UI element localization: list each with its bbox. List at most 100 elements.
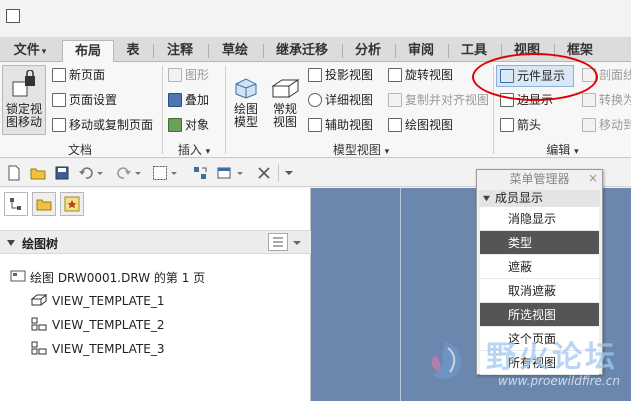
tab-table[interactable]: 表 bbox=[116, 40, 150, 62]
drawing-sheet-icon bbox=[10, 270, 26, 282]
tree-item-view-template-3[interactable]: VIEW_TEMPLATE_3 bbox=[30, 339, 164, 359]
watermark-text: 野火论坛 bbox=[486, 340, 618, 375]
overlay-icon bbox=[168, 93, 182, 107]
move-to-icon bbox=[582, 118, 596, 132]
new-page-icon bbox=[52, 68, 66, 82]
app-icon[interactable] bbox=[6, 9, 20, 23]
auxiliary-view-icon bbox=[308, 118, 322, 132]
new-file-icon[interactable] bbox=[6, 165, 22, 181]
tree-settings-dropdown-icon[interactable] bbox=[293, 239, 301, 247]
auxiliary-view-button[interactable]: 辅助视图 bbox=[308, 115, 373, 135]
group-label-model-views[interactable]: 模型视图 ▾ bbox=[228, 142, 494, 158]
projection-view-icon bbox=[31, 317, 47, 331]
select-dropdown-icon[interactable] bbox=[170, 165, 178, 181]
menu-item-hidden-line[interactable]: 消隐显示 bbox=[480, 207, 599, 231]
collapse-triangle-icon[interactable] bbox=[6, 238, 16, 248]
convert-icon bbox=[582, 93, 596, 107]
redo-icon[interactable] bbox=[116, 165, 132, 181]
detailed-view-icon bbox=[308, 93, 322, 107]
graphics-icon bbox=[168, 68, 182, 82]
regenerate-icon[interactable] bbox=[192, 165, 208, 181]
menu-item-blank[interactable]: 遮蔽 bbox=[480, 255, 599, 279]
undo-dropdown-icon[interactable] bbox=[96, 165, 104, 181]
undo-icon[interactable] bbox=[78, 165, 94, 181]
drawing-tree-title: 绘图树 bbox=[22, 237, 59, 251]
projection-icon bbox=[308, 68, 322, 82]
copy-align-view-button[interactable]: 复制并对齐视图 bbox=[388, 90, 489, 110]
lock-view-move-button[interactable]: 锁定视 图移动 bbox=[2, 65, 46, 135]
drawing-model-icon bbox=[235, 78, 257, 99]
close-window-icon[interactable] bbox=[256, 165, 272, 181]
general-view-button[interactable]: 常规 视图 bbox=[267, 76, 303, 136]
tab-sketch[interactable]: 草绘 bbox=[211, 40, 259, 62]
group-label-document: 文档 bbox=[67, 143, 92, 157]
window-dropdown-icon[interactable] bbox=[236, 165, 244, 181]
detailed-view-button[interactable]: 详细视图 bbox=[308, 90, 373, 110]
move-copy-icon bbox=[52, 118, 66, 132]
move-copy-page-button[interactable]: 移动或复制页面 bbox=[52, 115, 153, 135]
tab-legacy-migration[interactable]: 继承迁移 bbox=[266, 40, 338, 62]
arrow-button[interactable]: 箭头 bbox=[500, 115, 541, 135]
window-icon[interactable] bbox=[216, 165, 232, 181]
drawing-view-icon bbox=[388, 118, 402, 132]
drawing-tree-header: 绘图树 bbox=[0, 230, 311, 254]
close-icon[interactable]: × bbox=[588, 171, 598, 185]
convert-button[interactable]: 转换为 bbox=[582, 90, 631, 110]
favorites-tab[interactable] bbox=[60, 192, 84, 216]
revolved-view-icon bbox=[388, 68, 402, 82]
menu-manager-title: 菜单管理器 bbox=[509, 172, 570, 186]
folder-browser-tab[interactable] bbox=[32, 192, 56, 216]
tree-root-drawing[interactable]: 绘图 DRW0001.DRW 的第 1 页 bbox=[10, 268, 205, 288]
menu-item-unblank[interactable]: 取消遮蔽 bbox=[480, 279, 599, 303]
tab-layout[interactable]: 布局 bbox=[62, 40, 114, 63]
drawing-model-button[interactable]: 绘图 模型 bbox=[229, 76, 263, 136]
menu-item-selected-views[interactable]: 所选视图 bbox=[480, 303, 599, 327]
projection-view-icon bbox=[31, 341, 47, 355]
watermark-logo-icon bbox=[431, 342, 462, 379]
overlay-button[interactable]: 叠加 bbox=[168, 90, 209, 110]
copy-align-icon bbox=[388, 93, 402, 107]
model-tree-tab[interactable] bbox=[4, 192, 28, 216]
graphics-button[interactable]: 图形 bbox=[168, 65, 209, 85]
tab-file[interactable]: 文件 ▾ bbox=[2, 40, 58, 62]
watermark-url: www.proewildfire.cn bbox=[498, 374, 620, 388]
object-button[interactable]: 对象 bbox=[168, 115, 209, 135]
title-bar bbox=[0, 0, 631, 37]
navigator-panel: 绘图树 绘图 DRW0001.DRW 的第 1 页 VIEW_TEMPLATE_… bbox=[0, 188, 311, 401]
general-view-icon bbox=[271, 79, 300, 98]
collapse-triangle-icon bbox=[482, 195, 491, 202]
tab-analysis[interactable]: 分析 bbox=[345, 40, 391, 62]
general-view-icon bbox=[30, 293, 48, 306]
revolved-view-button[interactable]: 旋转视图 bbox=[388, 65, 453, 85]
lock-icon bbox=[12, 69, 35, 97]
menu-item-type[interactable]: 类型 bbox=[480, 231, 599, 255]
forum-watermark: 野火论坛 www.proewildfire.cn bbox=[420, 330, 631, 401]
lock-view-label-line2: 图移动 bbox=[5, 115, 42, 129]
tab-tools[interactable]: 工具 bbox=[451, 40, 497, 62]
save-icon[interactable] bbox=[54, 165, 70, 181]
projection-view-button[interactable]: 投影视图 bbox=[308, 65, 373, 85]
page-setup-button[interactable]: 页面设置 bbox=[52, 90, 117, 110]
list-icon bbox=[273, 237, 283, 247]
tab-annotate[interactable]: 注释 bbox=[156, 40, 204, 62]
folder-icon bbox=[36, 199, 52, 211]
tree-icon bbox=[10, 198, 21, 210]
redo-dropdown-icon[interactable] bbox=[134, 165, 142, 181]
group-label-insert[interactable]: 插入 ▾ bbox=[164, 142, 224, 158]
group-label-edit[interactable]: 编辑 ▾ bbox=[494, 142, 631, 158]
object-icon bbox=[168, 118, 182, 132]
toolbar-more-icon[interactable] bbox=[284, 165, 294, 181]
sheet-border-line bbox=[400, 188, 401, 401]
drawing-view-button[interactable]: 绘图视图 bbox=[388, 115, 453, 135]
new-page-button[interactable]: 新页面 bbox=[52, 65, 105, 85]
page-setup-icon bbox=[52, 93, 66, 107]
tree-settings-button[interactable] bbox=[268, 233, 288, 251]
move-to-button[interactable]: 移动到 bbox=[582, 115, 631, 135]
tab-review[interactable]: 审阅 bbox=[398, 40, 444, 62]
annotation-circle bbox=[472, 53, 598, 101]
tree-item-view-template-1[interactable]: VIEW_TEMPLATE_1 bbox=[30, 291, 164, 311]
select-box-icon[interactable] bbox=[152, 165, 168, 181]
menu-section-member-display[interactable]: 成员显示 bbox=[479, 190, 600, 207]
tree-item-view-template-2[interactable]: VIEW_TEMPLATE_2 bbox=[30, 315, 164, 335]
open-folder-icon[interactable] bbox=[30, 165, 46, 181]
